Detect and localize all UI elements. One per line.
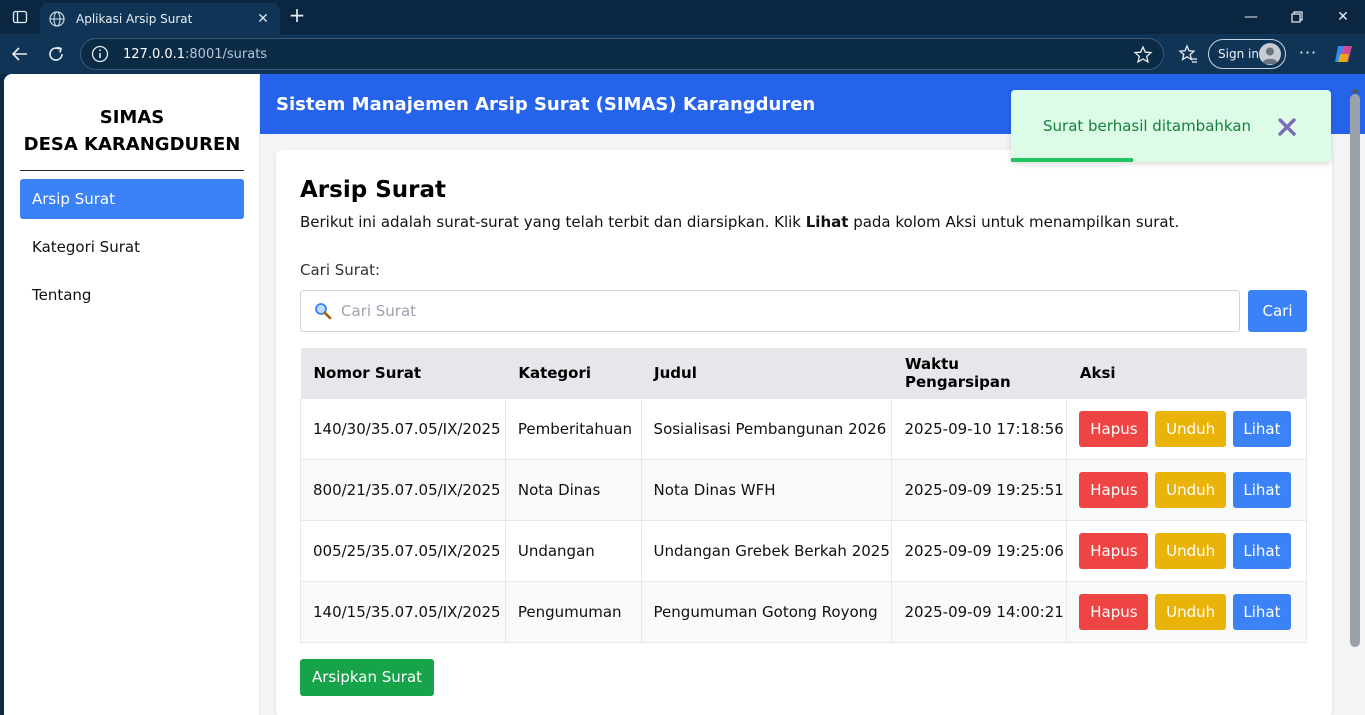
cell-judul: Sosialisasi Pembangunan 2026	[640, 397, 893, 460]
favorites-icon[interactable]	[1176, 42, 1200, 66]
sidebar-brand: SIMAS DESA KARANGDUREN	[20, 104, 244, 158]
star-icon[interactable]	[1133, 45, 1153, 65]
plus-icon[interactable]: +	[286, 4, 308, 28]
sidebar-toggle-icon[interactable]	[8, 6, 32, 28]
cell-aksi: Hapus Unduh Lihat	[1066, 519, 1307, 582]
brand-subtitle: DESA KARANGDUREN	[23, 134, 241, 155]
lihat-button[interactable]: Lihat	[1232, 410, 1291, 447]
hapus-button[interactable]: Hapus	[1079, 471, 1149, 508]
brand-title: SIMAS	[99, 107, 165, 128]
close-icon[interactable]: ✕	[254, 11, 272, 27]
cell-waktu: 2025-09-10 17:18:56	[891, 397, 1068, 460]
cell-waktu: 2025-09-09 19:25:51	[891, 458, 1068, 521]
column-header: Aksi	[1066, 348, 1307, 398]
browser-tab[interactable]: Aplikasi Arsip Surat ✕	[40, 3, 280, 34]
search-button[interactable]: Cari	[1248, 290, 1307, 332]
lihat-button[interactable]: Lihat	[1232, 532, 1291, 569]
cell-kategori: Undangan	[504, 519, 642, 582]
sidebar-item-arsip-surat[interactable]: Arsip Surat	[20, 179, 244, 219]
sign-in-button[interactable]: Sign in	[1208, 39, 1286, 69]
browser-titlebar: Aplikasi Arsip Surat ✕ + — ✕	[0, 0, 1365, 34]
cell-aksi: Hapus Unduh Lihat	[1066, 580, 1307, 643]
back-icon[interactable]	[8, 42, 32, 66]
cell-judul: Pengumuman Gotong Royong	[640, 580, 893, 643]
cell-nomor: 140/15/35.07.05/IX/2025	[300, 580, 506, 643]
sign-in-label: Sign in	[1218, 47, 1259, 61]
cell-nomor: 140/30/35.07.05/IX/2025	[300, 397, 506, 460]
main-card: Arsip Surat Berikut ini adalah surat-sur…	[276, 150, 1332, 715]
archive-table: Nomor Surat Kategori Judul Waktu Pengars…	[300, 348, 1307, 643]
page-description: Berikut ini adalah surat-surat yang tela…	[300, 213, 1180, 231]
cell-nomor: 005/25/35.07.05/IX/2025	[300, 519, 506, 582]
address-bar[interactable]: 127.0.0.1:8001/surats	[80, 38, 1164, 70]
url-text: 127.0.0.1:8001/surats	[123, 46, 268, 62]
cell-kategori: Nota Dinas	[504, 458, 642, 521]
table-row: 140/30/35.07.05/IX/2025 Pemberitahuan So…	[300, 397, 1307, 460]
browser-toolbar: 127.0.0.1:8001/surats Sign in ···	[0, 34, 1365, 74]
toast-progress-bar	[1011, 158, 1133, 162]
column-header: Kategori	[505, 348, 642, 398]
hapus-button[interactable]: Hapus	[1079, 410, 1149, 447]
sidebar: SIMAS DESA KARANGDUREN Arsip Surat Kateg…	[4, 74, 260, 715]
search-field[interactable]	[300, 290, 1240, 332]
globe-icon	[48, 10, 66, 28]
unduh-button[interactable]: Unduh	[1155, 471, 1227, 508]
tab-title: Aplikasi Arsip Surat	[76, 11, 193, 26]
unduh-button[interactable]: Unduh	[1155, 532, 1227, 569]
success-toast: Surat berhasil ditambahkan	[1011, 90, 1331, 162]
cell-aksi: Hapus Unduh Lihat	[1066, 397, 1307, 460]
close-x-icon[interactable]	[1277, 117, 1297, 137]
minimize-icon[interactable]: —	[1236, 6, 1266, 28]
column-header: Waktu Pengarsipan	[891, 348, 1067, 398]
cell-aksi: Hapus Unduh Lihat	[1066, 458, 1307, 521]
cell-judul: Nota Dinas WFH	[640, 458, 893, 521]
table-row: 800/21/35.07.05/IX/2025 Nota Dinas Nota …	[300, 458, 1307, 521]
page-viewport: SIMAS DESA KARANGDUREN Arsip Surat Kateg…	[4, 74, 1365, 715]
reload-icon[interactable]	[44, 42, 68, 66]
arsipkan-surat-button[interactable]: Arsipkan Surat	[300, 659, 434, 696]
cell-kategori: Pengumuman	[504, 580, 642, 643]
search-input[interactable]	[341, 302, 1221, 320]
close-window-icon[interactable]: ✕	[1328, 6, 1358, 28]
maximize-icon[interactable]	[1282, 6, 1312, 28]
scrollbar-thumb[interactable]	[1350, 94, 1360, 647]
scroll-up-arrow[interactable]	[1350, 80, 1360, 93]
cell-waktu: 2025-09-09 14:00:21	[891, 580, 1068, 643]
toast-message: Surat berhasil ditambahkan	[1043, 117, 1252, 135]
lihat-button[interactable]: Lihat	[1232, 593, 1291, 630]
avatar-icon	[1259, 43, 1281, 65]
sidebar-item-tentang[interactable]: Tentang	[20, 275, 244, 315]
cell-kategori: Pemberitahuan	[504, 397, 642, 460]
table-header-row: Nomor Surat Kategori Judul Waktu Pengars…	[300, 348, 1307, 398]
column-header: Judul	[641, 348, 892, 398]
lihat-button[interactable]: Lihat	[1232, 471, 1291, 508]
more-icon[interactable]: ···	[1296, 42, 1320, 66]
unduh-button[interactable]: Unduh	[1155, 593, 1227, 630]
search-icon	[313, 301, 333, 321]
cell-waktu: 2025-09-09 19:25:06	[891, 519, 1068, 582]
table-row: 005/25/35.07.05/IX/2025 Undangan Undanga…	[300, 519, 1307, 582]
table-row: 140/15/35.07.05/IX/2025 Pengumuman Pengu…	[300, 580, 1307, 643]
hapus-button[interactable]: Hapus	[1079, 593, 1149, 630]
copilot-icon[interactable]	[1332, 42, 1356, 66]
cell-nomor: 800/21/35.07.05/IX/2025	[300, 458, 506, 521]
page-title: Arsip Surat	[300, 177, 446, 203]
cell-judul: Undangan Grebek Berkah 2025	[640, 519, 893, 582]
brand-divider	[20, 170, 244, 171]
info-icon[interactable]	[91, 45, 109, 63]
header-title: Sistem Manajemen Arsip Surat (SIMAS) Kar…	[276, 94, 816, 115]
sidebar-item-kategori-surat[interactable]: Kategori Surat	[20, 227, 244, 267]
column-header: Nomor Surat	[300, 348, 506, 398]
search-label: Cari Surat:	[300, 261, 381, 279]
hapus-button[interactable]: Hapus	[1079, 532, 1149, 569]
unduh-button[interactable]: Unduh	[1155, 410, 1227, 447]
